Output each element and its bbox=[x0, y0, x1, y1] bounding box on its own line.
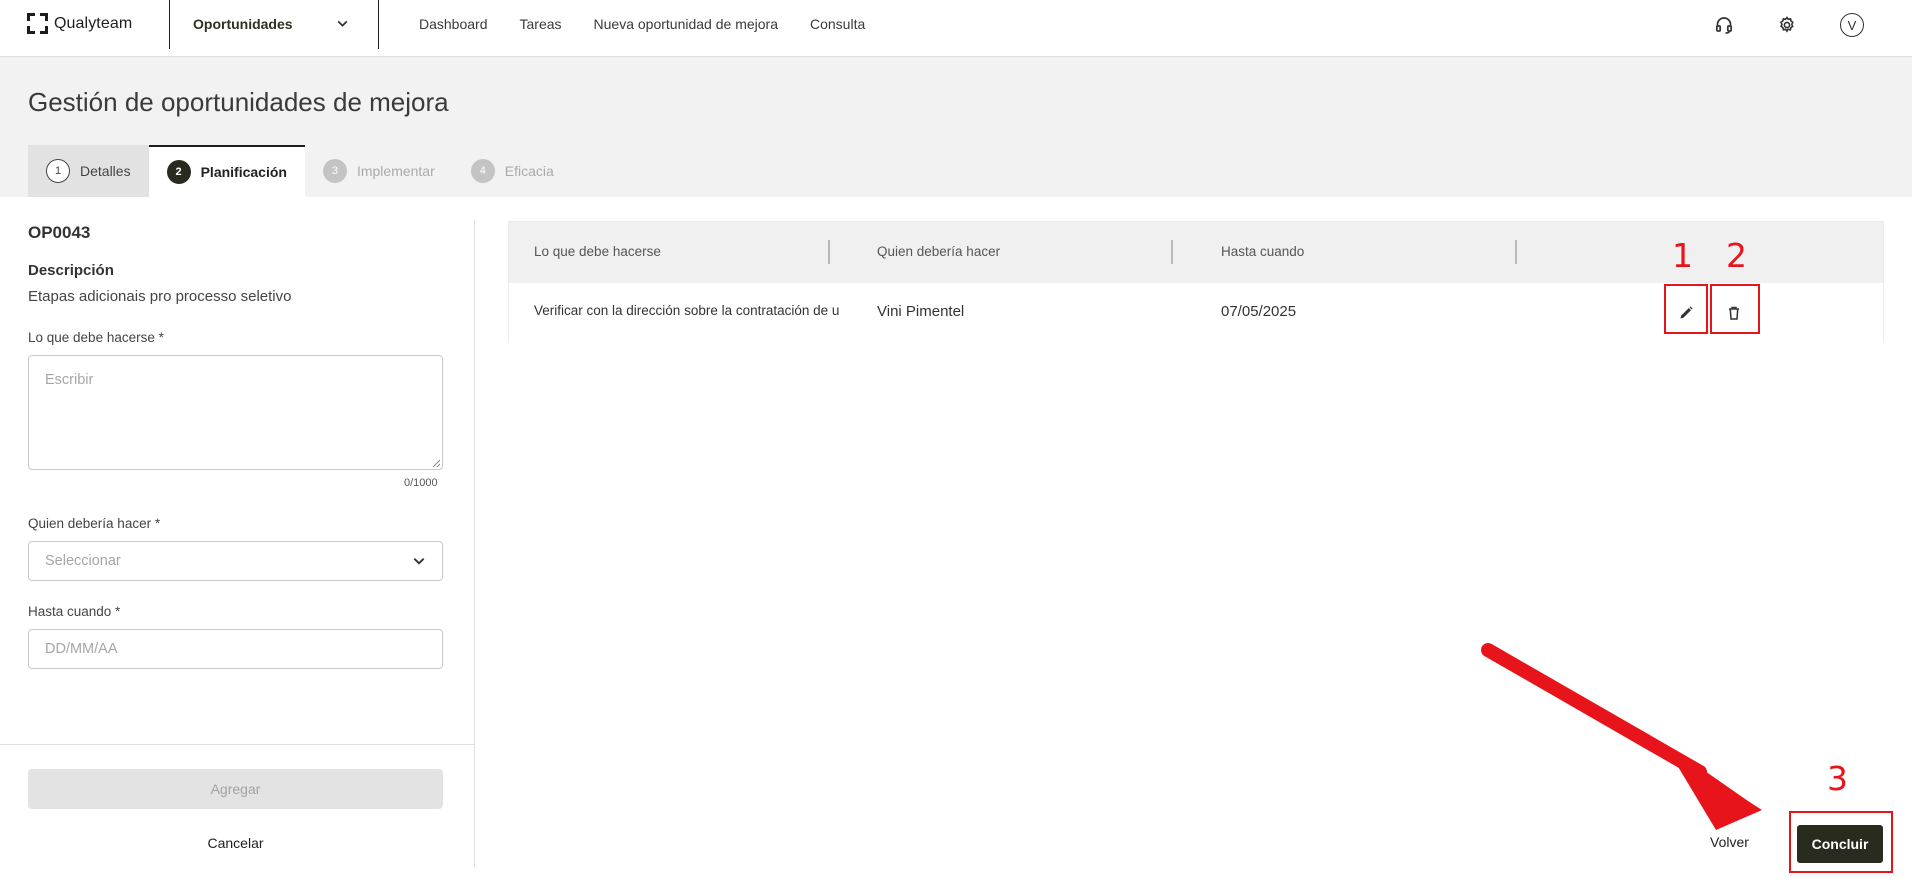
back-button[interactable]: Volver bbox=[1710, 834, 1749, 850]
annotation-arrow-icon bbox=[1481, 643, 1762, 830]
conclude-button[interactable]: Concluir bbox=[1797, 825, 1883, 863]
